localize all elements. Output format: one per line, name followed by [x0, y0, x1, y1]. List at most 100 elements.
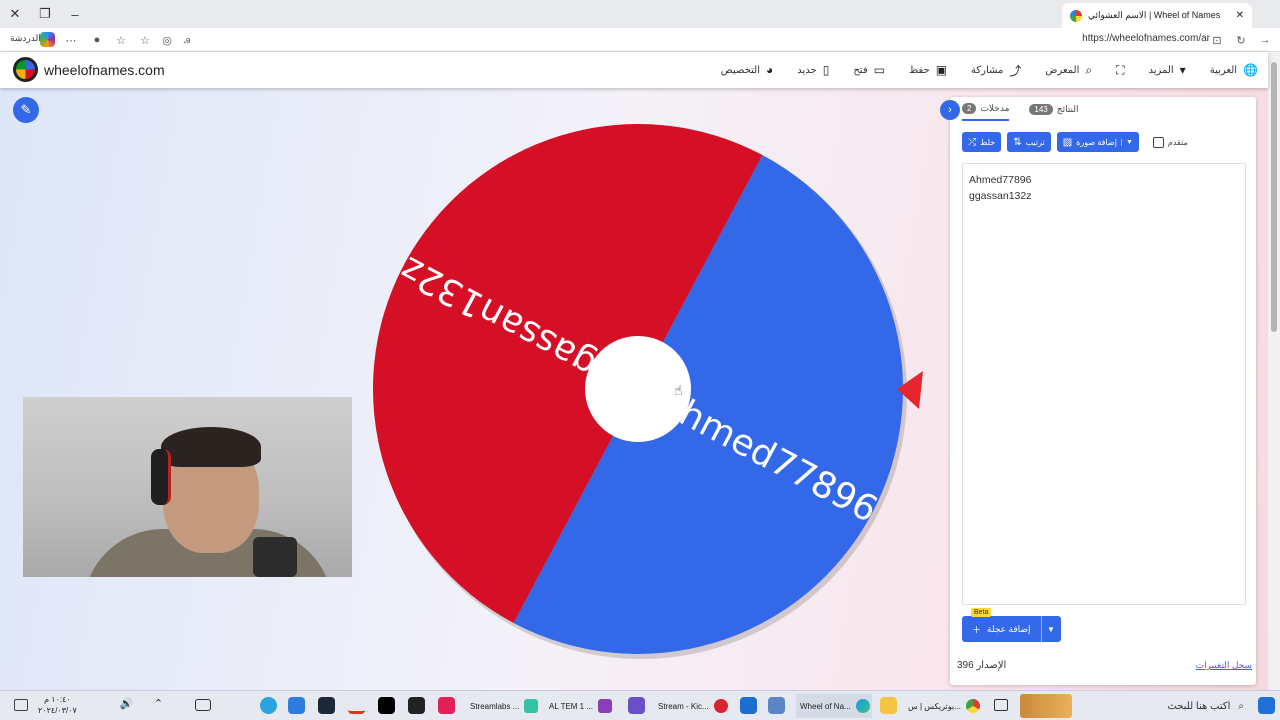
taskbar-app-chrome[interactable]: بوتريكس | س...	[904, 694, 980, 718]
refresh-icon[interactable]: ↻	[1232, 31, 1250, 49]
game-icon	[598, 699, 613, 713]
menu-item-palette[interactable]: ◕ التخصيص	[721, 63, 774, 77]
menu-item-share[interactable]: ⤴ مشاركة	[971, 62, 1021, 79]
chevron-down-icon: ▾	[1179, 63, 1186, 77]
chevron-up-icon[interactable]: ⌃	[150, 697, 167, 714]
task-view-icon[interactable]	[994, 699, 1008, 711]
palette-icon: ◕	[766, 63, 774, 77]
browser-tab-active[interactable]: الاسم العشوائي | Wheel of Names ✕	[1062, 3, 1252, 28]
tab-results-label: النتائج	[1056, 104, 1079, 114]
back-icon[interactable]: →	[1256, 31, 1274, 49]
top-menu: 🌐 العربية ▾ المزيد ⛶ ⌕ المعرض ⤴ مشاركة ▣ حفظ ▭ فتح ▯ ج…	[721, 52, 1258, 88]
logo-icon[interactable]	[13, 57, 38, 82]
sort-label: ترتيب	[1025, 137, 1045, 147]
app-purple-icon[interactable]	[628, 697, 645, 714]
menu-item-folder[interactable]: ▭ فتح	[853, 63, 885, 77]
taskbar-app-label: Wheel of Na...	[800, 701, 851, 711]
app-blue-icon[interactable]	[768, 697, 785, 714]
taskbar-search[interactable]: اكتب هنا للبحث ⌕	[1080, 695, 1250, 717]
chrome-icon	[965, 699, 980, 713]
tab-title: الاسم العشوائي | Wheel of Names	[1088, 10, 1221, 20]
url-field[interactable]: https://wheelofnames.com/ar	[1082, 33, 1210, 44]
chevron-down-icon[interactable]: ▼	[1120, 138, 1133, 146]
restore-window-icon[interactable]: ❐	[34, 4, 56, 24]
entries-panel: 2 مدخلات 143 النتائج ⤮ خلط ⇅ ترتيب ▨ إضا…	[950, 97, 1256, 685]
site-header: wheelofnames.com 🌐 العربية ▾ المزيد ⛶ ⌕ المعرض…	[0, 52, 1268, 88]
webcam-person-hair	[161, 427, 261, 467]
collections-icon[interactable]: ☆	[112, 31, 130, 49]
entry-line[interactable]: Ahmed77896	[969, 172, 1239, 188]
taskbar-app-game[interactable]: AL TEM 1 ...	[545, 694, 617, 718]
add-wheel-button[interactable]: ＋ إضافة عجلة	[962, 616, 1041, 642]
menu-item-label: جديد	[797, 64, 817, 76]
page-scrollbar[interactable]	[1268, 52, 1280, 690]
tiktok-icon[interactable]	[438, 697, 455, 714]
microphone	[253, 537, 297, 577]
save-icon: ▣	[935, 63, 948, 77]
add-wheel-dropdown-icon[interactable]: ▼	[1040, 616, 1061, 642]
entry-line[interactable]: ggassan132z	[969, 188, 1239, 204]
tab-results[interactable]: 143 النتائج	[1029, 103, 1079, 121]
app-store-icon[interactable]	[288, 697, 305, 714]
hand-cursor-icon: ☝	[674, 383, 683, 399]
mail-icon[interactable]	[740, 697, 757, 714]
profile-icon[interactable]: ●	[88, 31, 106, 49]
notification-icon[interactable]	[14, 699, 28, 711]
steam-icon[interactable]	[318, 697, 335, 714]
browser-tab-bar: ✕ ❐ – + الاسم العشوائي | Wheel of Names …	[0, 0, 1280, 28]
headset	[151, 449, 171, 505]
minimize-window-icon[interactable]: –	[64, 4, 86, 24]
menu-item-chevron-down[interactable]: ▾ المزيد	[1149, 63, 1186, 77]
copilot-icon[interactable]	[40, 32, 55, 47]
clock[interactable]: ١٠:٤٠ م ٢٠٢٤/٠٣/٠٧	[38, 694, 77, 716]
globe-icon: 🌐	[1243, 63, 1258, 77]
app-a-icon[interactable]	[348, 697, 365, 714]
advanced-checkbox[interactable]	[1152, 136, 1164, 148]
volume-icon[interactable]: 🔊	[118, 697, 135, 714]
file-explorer-icon[interactable]	[880, 697, 897, 714]
wheel[interactable]: Ahmed77896ggassan132z ☝	[360, 108, 940, 668]
start-icon[interactable]	[1258, 697, 1275, 714]
add-wheel-label: إضافة عجلة	[987, 623, 1031, 634]
entries-textarea[interactable]: Ahmed77896 ggassan132z	[962, 163, 1246, 605]
menu-item-label: مشاركة	[971, 64, 1004, 76]
site-name[interactable]: wheelofnames.com	[44, 62, 165, 78]
menu-item-save[interactable]: ▣ حفظ	[909, 63, 947, 77]
weather-widget[interactable]	[1020, 694, 1072, 718]
taskbar-app-label: Stream - Kic...	[658, 701, 709, 711]
read-aloud-icon[interactable]: ꭿ	[178, 31, 196, 49]
menu-item-globe[interactable]: 🌐 العربية	[1210, 63, 1258, 77]
favorite-icon[interactable]: ☆	[136, 31, 154, 49]
telegram-icon[interactable]	[260, 697, 277, 714]
tab-entries[interactable]: 2 مدخلات	[962, 103, 1010, 121]
advanced-toggle[interactable]: متقدم	[1152, 136, 1188, 148]
tab-entries-label: مدخلات	[980, 103, 1010, 113]
scrollbar-thumb[interactable]	[1271, 62, 1277, 332]
copilot-label[interactable]: الدردشة	[10, 33, 41, 44]
collapse-panel-button[interactable]: ›	[940, 100, 960, 120]
address-bar: الدردشة ⋯ ● ☆ ☆ ◎ ꭿ https://wheelofnames…	[0, 28, 1280, 52]
more-icon[interactable]: ⋯	[62, 31, 80, 49]
taskbar-app-wheel[interactable]: Wheel of Na...	[796, 694, 872, 718]
sort-button[interactable]: ⇅ ترتيب	[1007, 132, 1051, 152]
menu-item-fullscreen[interactable]: ⛶	[1116, 63, 1124, 78]
add-image-button[interactable]: ▨ إضافة صورة ▼	[1056, 132, 1139, 152]
extensions-icon[interactable]: ◎	[158, 31, 176, 49]
taskbar-app-streamlabs[interactable]: Streamlabs ...	[466, 694, 538, 718]
close-window-icon[interactable]: ✕	[4, 4, 26, 24]
add-wheel-button-group: Beta ＋ إضافة عجلة ▼	[962, 608, 1061, 642]
capcut-icon[interactable]	[378, 697, 395, 714]
shuffle-button[interactable]: ⤮ خلط	[962, 132, 1002, 152]
tab-close-icon[interactable]: ✕	[1236, 10, 1244, 21]
keyboard-icon[interactable]	[195, 699, 211, 711]
plus-icon: ＋	[972, 624, 982, 635]
changelog-link[interactable]: سجل التغييرات	[1196, 660, 1252, 671]
edit-pencil-icon[interactable]: ✎	[13, 97, 39, 123]
app-dark-icon[interactable]	[408, 697, 425, 714]
menu-item-label: العربية	[1209, 64, 1238, 76]
menu-item-new-file[interactable]: ▯ جديد	[797, 63, 829, 77]
menu-item-search[interactable]: ⌕ المعرض	[1045, 63, 1092, 78]
taskbar-app-kick[interactable]: Stream - Kic...	[654, 694, 732, 718]
fullscreen-icon: ⛶	[1116, 62, 1125, 77]
site-info-icon[interactable]: ⊡	[1208, 31, 1226, 49]
